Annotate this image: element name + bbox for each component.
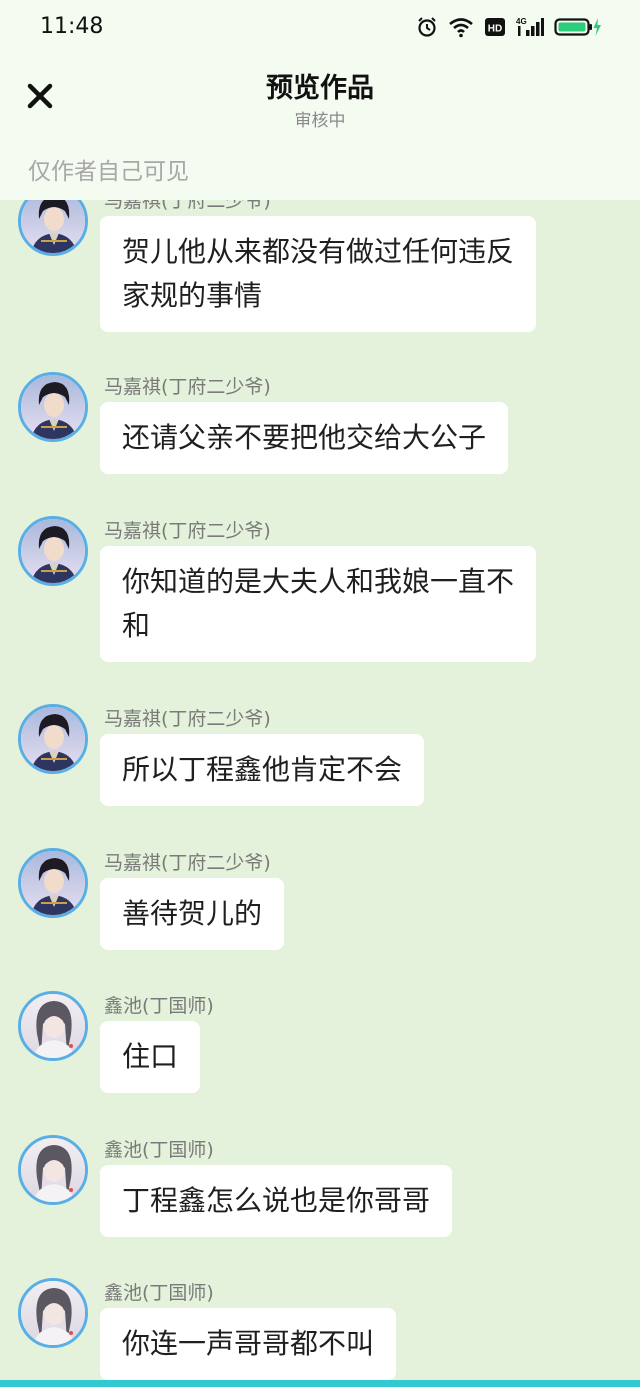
hd-icon: HD: [484, 16, 506, 38]
sender-name: 鑫池(丁国师): [104, 995, 214, 1017]
top-header: 11:48 HD 4G 预览作品 审核中 仅作者自己可见: [0, 0, 640, 200]
message-bubble: 住口: [100, 1021, 201, 1093]
page-title: 预览作品: [266, 73, 374, 104]
message-bubble: 所以丁程鑫他肯定不会: [100, 734, 425, 806]
message-bubble: 你连一声哥哥都不叫: [100, 1308, 397, 1380]
cellular-signal-icon: 4G: [516, 16, 544, 38]
chat-area[interactable]: 马嘉祺(丁府二少爷) 贺儿他从来都没有做过任何违反家规的事情 马嘉祺(丁府二少爷…: [0, 200, 640, 1380]
sender-name: 马嘉祺(丁府二少爷): [104, 200, 271, 212]
status-bar: 11:48 HD 4G: [0, 0, 640, 56]
status-time: 11:48: [40, 14, 104, 39]
xin-chi-avatar[interactable]: [18, 1135, 88, 1205]
message-bubble: 善待贺儿的: [100, 878, 285, 950]
message-bubble: 还请父亲不要把他交给大公子: [100, 402, 509, 474]
sender-name: 鑫池(丁国师): [104, 1282, 214, 1304]
sender-name: 马嘉祺(丁府二少爷): [104, 520, 271, 542]
bottom-progress-bar: [0, 1380, 640, 1387]
battery-icon: [554, 16, 602, 38]
status-icons: HD 4G: [416, 16, 602, 38]
ma-jiaqi-avatar[interactable]: [18, 200, 88, 256]
ma-jiaqi-avatar[interactable]: [18, 704, 88, 774]
network-label: 4G: [516, 17, 527, 26]
wifi-icon: [448, 16, 474, 38]
sender-name: 马嘉祺(丁府二少爷): [104, 708, 271, 730]
sender-name: 马嘉祺(丁府二少爷): [104, 376, 271, 398]
message-bubble: 贺儿他从来都没有做过任何违反家规的事情: [100, 216, 536, 332]
alarm-icon: [416, 16, 438, 38]
ma-jiaqi-avatar[interactable]: [18, 848, 88, 918]
xin-chi-avatar[interactable]: [18, 991, 88, 1061]
sender-name: 鑫池(丁国师): [104, 1139, 214, 1161]
sender-name: 马嘉祺(丁府二少爷): [104, 852, 271, 874]
ma-jiaqi-avatar[interactable]: [18, 516, 88, 586]
visibility-note: 仅作者自己可见: [28, 159, 189, 185]
message-bubble: 你知道的是大夫人和我娘一直不和: [100, 546, 536, 662]
ma-jiaqi-avatar[interactable]: [18, 372, 88, 442]
review-status: 审核中: [294, 111, 346, 131]
hd-label: HD: [488, 24, 502, 35]
message-bubble: 丁程鑫怎么说也是你哥哥: [100, 1165, 453, 1237]
xin-chi-avatar[interactable]: [18, 1278, 88, 1348]
